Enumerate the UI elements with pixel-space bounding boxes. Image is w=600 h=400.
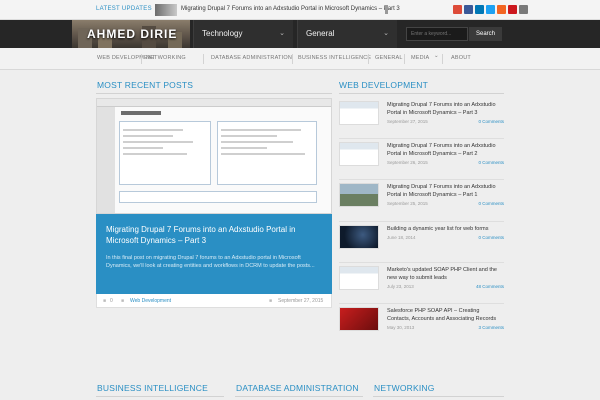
post-title[interactable]: Migrating Drupal 7 Forums into an Adxstu… xyxy=(387,142,504,158)
latest-update-link[interactable]: Migrating Drupal 7 Forums into an Adxstu… xyxy=(181,6,400,12)
facebook-icon[interactable] xyxy=(464,5,473,14)
category-nav: WEB DEVELOPMENT NETWORKING DATABASE ADMI… xyxy=(0,48,600,70)
post-thumbnail[interactable] xyxy=(339,101,379,125)
post-thumbnail[interactable] xyxy=(339,266,379,290)
chevron-down-icon: ⌄ xyxy=(434,53,439,59)
nav-item-about[interactable]: ABOUT xyxy=(451,55,471,61)
post-title[interactable]: Migrating Drupal 7 Forums into an Adxstu… xyxy=(387,101,504,117)
latest-updates-bar: LATEST UPDATES Migrating Drupal 7 Forums… xyxy=(0,0,600,20)
section-divider xyxy=(96,93,332,94)
post-thumbnail[interactable] xyxy=(339,225,379,249)
linkedin-icon[interactable] xyxy=(475,5,484,14)
post-title[interactable]: Building a dynamic year list for web for… xyxy=(387,225,504,233)
social-icons xyxy=(453,5,528,14)
section-title-business-intelligence[interactable]: BUSINESS INTELLIGENCE xyxy=(97,383,208,393)
section-divider xyxy=(373,396,504,397)
youtube-icon[interactable] xyxy=(508,5,517,14)
featured-date: September 27, 2015 xyxy=(278,298,324,304)
general-dropdown-label: General xyxy=(306,29,335,38)
logo-text[interactable]: AHMED DIRIE xyxy=(87,27,177,41)
post-title[interactable]: Salesforce PHP SOAP API – Creating Conta… xyxy=(387,307,504,323)
nav-item-networking[interactable]: NETWORKING xyxy=(146,55,186,61)
rss-icon[interactable] xyxy=(497,5,506,14)
chevron-down-icon: ⌄ xyxy=(279,30,285,37)
post-date: September 26, 2015 xyxy=(387,160,428,165)
technology-dropdown-label: Technology xyxy=(202,29,243,38)
list-divider xyxy=(339,262,504,263)
post-thumbnail[interactable] xyxy=(339,183,379,207)
featured-post-image[interactable] xyxy=(96,98,332,214)
technology-dropdown[interactable]: Technology ⌄ xyxy=(193,20,293,48)
email-icon[interactable] xyxy=(519,5,528,14)
post-thumbnail[interactable] xyxy=(339,142,379,166)
nav-item-media[interactable]: MEDIA xyxy=(411,55,429,61)
post-comments-link[interactable]: 0 Comments xyxy=(478,235,504,240)
post-date: June 18, 2014 xyxy=(387,235,416,240)
featured-post-meta: ■ 0 ■ Web Development ■ September 27, 20… xyxy=(96,294,332,308)
section-title-most-recent: MOST RECENT POSTS xyxy=(97,80,194,90)
list-divider xyxy=(339,221,504,222)
featured-category-link[interactable]: Web Development xyxy=(130,298,171,304)
list-item[interactable]: Migrating Drupal 7 Forums into an Adxstu… xyxy=(339,101,504,137)
post-title[interactable]: Migrating Drupal 7 Forums into an Adxstu… xyxy=(387,183,504,199)
section-divider xyxy=(235,396,363,397)
list-divider xyxy=(339,179,504,180)
list-item[interactable]: Migrating Drupal 7 Forums into an Adxstu… xyxy=(339,142,504,178)
post-title[interactable]: Marketo's updated SOAP PHP Client and th… xyxy=(387,266,504,282)
post-comments-link[interactable]: 0 Comments xyxy=(478,119,504,124)
post-comments-link[interactable]: 0 Comments xyxy=(478,160,504,165)
section-divider xyxy=(339,93,504,94)
featured-post-title[interactable]: Migrating Drupal 7 Forums into an Adxstu… xyxy=(106,224,320,246)
chevron-down-icon: ⌄ xyxy=(383,30,389,37)
section-title-database-administration[interactable]: DATABASE ADMINISTRATION xyxy=(236,383,359,393)
calendar-icon: ■ xyxy=(269,298,273,304)
post-comments-link[interactable]: 0 Comments xyxy=(478,201,504,206)
post-thumbnail[interactable] xyxy=(339,307,379,331)
list-item[interactable]: Building a dynamic year list for web for… xyxy=(339,225,504,261)
nav-item-business-intelligence[interactable]: BUSINESS INTELLIGENCE xyxy=(298,55,371,61)
comment-icon: ■ xyxy=(103,298,107,304)
page: LATEST UPDATES Migrating Drupal 7 Forums… xyxy=(0,0,600,400)
latest-updates-label: LATEST UPDATES xyxy=(96,6,152,12)
section-title-networking[interactable]: NETWORKING xyxy=(374,383,435,393)
section-divider xyxy=(96,396,224,397)
post-comments-link[interactable]: 3 Comments xyxy=(478,325,504,330)
post-date: July 23, 2013 xyxy=(387,284,414,289)
google-plus-icon[interactable] xyxy=(453,5,462,14)
search-input[interactable] xyxy=(406,27,468,41)
list-item[interactable]: Migrating Drupal 7 Forums into an Adxstu… xyxy=(339,183,504,219)
featured-post-card[interactable]: Migrating Drupal 7 Forums into an Adxstu… xyxy=(96,214,332,294)
site-header: AHMED DIRIE Technology ⌄ General ⌄ Searc… xyxy=(0,20,600,48)
latest-update-thumbnail[interactable] xyxy=(155,4,177,16)
post-date: September 25, 2015 xyxy=(387,201,428,206)
nav-item-general[interactable]: GENERAL xyxy=(375,55,403,61)
nav-item-database-administration[interactable]: DATABASE ADMINISTRATION xyxy=(211,55,292,61)
twitter-icon[interactable] xyxy=(486,5,495,14)
post-date: May 30, 2013 xyxy=(387,325,415,330)
list-divider xyxy=(339,138,504,139)
post-comments-link[interactable]: 48 Comments xyxy=(476,284,504,289)
post-date: September 27, 2015 xyxy=(387,119,428,124)
search-button[interactable]: Search xyxy=(469,27,502,41)
list-item[interactable]: Marketo's updated SOAP PHP Client and th… xyxy=(339,266,504,302)
list-divider xyxy=(339,303,504,304)
featured-post-excerpt: In this final post on migrating Drupal 7… xyxy=(106,255,315,269)
ticker-cursor xyxy=(385,5,388,14)
featured-comment-count[interactable]: 0 xyxy=(110,298,113,304)
general-dropdown[interactable]: General ⌄ xyxy=(297,20,397,48)
folder-icon: ■ xyxy=(121,298,125,304)
section-title-web-development[interactable]: WEB DEVELOPMENT xyxy=(339,80,428,90)
list-item[interactable]: Salesforce PHP SOAP API – Creating Conta… xyxy=(339,307,504,343)
